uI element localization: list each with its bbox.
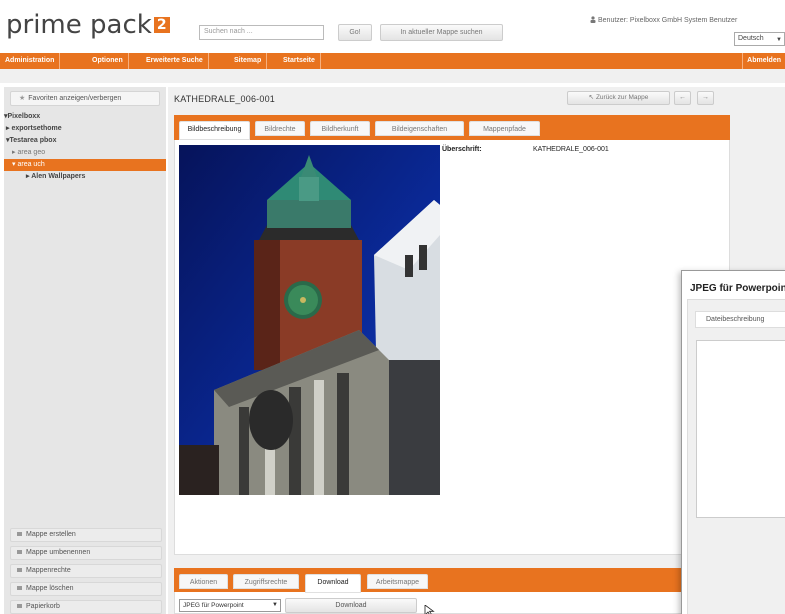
favorites-toggle-button[interactable]: ★ Favoriten anzeigen/verbergen [10, 91, 160, 106]
tree-item-area-geo[interactable]: ▸ area geo [4, 147, 166, 159]
format-select[interactable]: JPEG für Powerpoint ▼ [179, 599, 281, 612]
language-value: Deutsch [738, 35, 764, 42]
tab-aktionen[interactable]: Aktionen [179, 574, 228, 589]
caption-label: Überschrift: [442, 146, 482, 153]
folder-icon [17, 586, 22, 590]
folder-search-button[interactable]: In aktueller Mappe suchen [380, 24, 503, 41]
detail-tabs: Bildbeschreibung Bildrechte Bildherkunft… [174, 115, 730, 140]
trash-icon [17, 604, 22, 608]
folder-icon [17, 532, 22, 536]
next-button[interactable]: → [697, 91, 714, 105]
arrow-back-icon: ↖ [588, 94, 596, 101]
tab-mappenpfade[interactable]: Mappenpfade [469, 121, 540, 136]
tree-item-alen-wallpapers[interactable]: ▸ Alen Wallpapers [4, 171, 166, 183]
tree-item-pixelboxx[interactable]: ▾Pixelboxx [4, 111, 166, 123]
main-nav: Administration Optionen Erweiterte Suche… [0, 53, 785, 69]
logout-link[interactable]: Abmelden [742, 53, 785, 69]
chevron-down-icon: ▼ [776, 37, 782, 43]
user-info: Benutzer: Pixelboxx GmbH System Benutzer [590, 16, 737, 24]
popup-content [696, 340, 785, 518]
tab-bildeigenschaften[interactable]: Bildeigenschaften [375, 121, 464, 136]
rename-folder-button[interactable]: Mappe umbenennen [10, 546, 162, 560]
tab-download[interactable]: Download [305, 574, 361, 593]
nav-item-sitemap[interactable]: Sitemap [229, 53, 268, 69]
folder-icon [17, 550, 22, 554]
tree-item-exportsethome[interactable]: ▸ exportsethome [4, 123, 166, 135]
format-detail-popup: JPEG für Powerpoint Dateibeschreibung [681, 270, 785, 614]
tab-bildherkunft[interactable]: Bildherkunft [310, 121, 370, 136]
tab-bildrechte[interactable]: Bildrechte [255, 121, 305, 136]
user-icon [590, 16, 596, 23]
favorites-toggle-label: Favoriten anzeigen/verbergen [28, 95, 122, 102]
trash-button[interactable]: Papierkorb [10, 600, 162, 614]
nav-item-erweiterte-suche[interactable]: Erweiterte Suche [141, 53, 209, 69]
tab-dateibeschreibung[interactable]: Dateibeschreibung [695, 311, 785, 328]
language-select[interactable]: Deutsch ▼ [734, 32, 785, 46]
go-button[interactable]: Go! [338, 24, 372, 41]
tab-bildbeschreibung[interactable]: Bildbeschreibung [179, 121, 250, 140]
sidebar: ★ Favoriten anzeigen/verbergen ▾Pixelboxx… [4, 87, 166, 614]
page-title: KATHEDRALE_006-001 [174, 94, 275, 104]
tree-item-testarea[interactable]: ▾Testarea pbox [4, 135, 166, 147]
chevron-down-icon: ▼ [272, 602, 278, 608]
tab-zugriffsrechte[interactable]: Zugriffsrechte [233, 574, 299, 589]
arrow-left-icon: ← [679, 94, 686, 101]
folder-tree: ▾Pixelboxx ▸ exportsethome ▾Testarea pbo… [4, 111, 166, 183]
create-folder-button[interactable]: Mappe erstellen [10, 528, 162, 542]
actions-tabs: Aktionen Zugriffsrechte Download Arbeits… [174, 568, 730, 593]
delete-folder-button[interactable]: Mappe löschen [10, 582, 162, 596]
folder-icon [17, 568, 22, 572]
folder-rights-button[interactable]: Mappenrechte [10, 564, 162, 578]
prev-button[interactable]: ← [674, 91, 691, 105]
popup-title: JPEG für Powerpoint [690, 283, 785, 294]
nav-item-administration[interactable]: Administration [0, 53, 61, 69]
logo[interactable]: prime pack 2 [6, 10, 170, 40]
popup-tabs: Dateibeschreibung [688, 300, 785, 328]
caption-value: KATHEDRALE_006-001 [533, 146, 609, 153]
nav-item-startseite[interactable]: Startseite [278, 53, 321, 69]
search-input[interactable]: Suchen nach ... [199, 25, 324, 40]
logo-text: prime pack [6, 10, 152, 40]
user-info-text: Benutzer: Pixelboxx GmbH System Benutzer [598, 17, 738, 24]
logo-badge: 2 [153, 17, 170, 33]
tree-item-area-uch[interactable]: ▾ area uch [4, 159, 166, 171]
download-button[interactable]: Download [285, 598, 417, 613]
nav-item-optionen[interactable]: Optionen [87, 53, 129, 69]
sub-bar [0, 69, 785, 83]
back-to-folder-button[interactable]: ↖ Zurück zur Mappe [567, 91, 670, 105]
image-preview[interactable] [179, 145, 440, 495]
format-value: JPEG für Powerpoint [183, 602, 244, 609]
arrow-right-icon: → [702, 94, 709, 101]
mouse-cursor-icon [424, 605, 435, 614]
popup-panel: Dateibeschreibung [687, 299, 785, 614]
star-icon: ★ [19, 95, 26, 102]
tab-arbeitsmappe[interactable]: Arbeitsmappe [367, 574, 428, 589]
header: prime pack 2 Suchen nach ... Go! In aktue… [0, 0, 785, 52]
cathedral-photo [179, 145, 440, 495]
